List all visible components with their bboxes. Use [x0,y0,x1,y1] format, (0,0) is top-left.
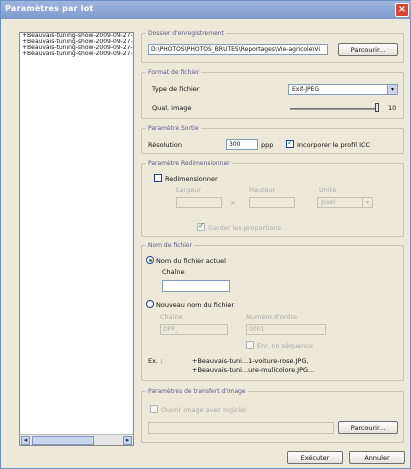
group-label: Paramètre Redimensionner [146,160,232,167]
quality-slider-track[interactable] [290,108,378,110]
execute-button[interactable]: Exécuter [287,451,343,464]
file-type-select[interactable]: Exif-JPEG ▾ [288,84,398,95]
new-name-radio[interactable] [146,300,154,308]
quality-value: 10 [388,104,397,112]
example-line-2: +Beauvais-tuni...ure-mulicolore.JPG... [192,366,315,374]
icc-checkbox[interactable] [286,138,294,148]
save-folder-group: Dossier d'enregistrement D:\PHOTOS\PHOTO… [141,30,404,63]
width-label: Largeur [176,186,202,194]
chain-label: Chaîne [162,268,185,276]
close-button[interactable]: × [395,3,409,17]
chain2-input[interactable]: DPP_ [160,324,228,335]
chain2-label: Chaîne [160,313,183,321]
scroll-left-icon[interactable]: ◂ [21,436,30,445]
filename-group: Nom de fichier Nom du fichier actuel Cha… [141,242,404,381]
resolution-label: Résolution [148,141,182,149]
example-label: Ex. : [148,357,163,365]
new-name-label: Nouveau nom du fichier [156,301,235,309]
scroll-thumb[interactable] [32,436,94,445]
file-format-group: Format de fichier Type de fichier Exif-J… [141,69,404,119]
scroll-right-icon[interactable]: ▸ [123,436,132,445]
transfer-browse-button[interactable]: Parcourir... [338,421,398,434]
group-label: Dossier d'enregistrement [146,30,226,37]
resolution-unit: ppp [261,141,274,149]
group-label: Paramètre Sortie [146,125,201,132]
list-item[interactable]: +Beauvais-tuning-show-2009-09-27-4 [20,51,133,57]
title-bar[interactable]: Paramètres par lot × [1,1,411,19]
order-input[interactable]: 0001 [246,324,326,335]
width-input[interactable] [176,197,222,208]
output-settings-group: Paramètre Sortie Résolution 300 ppp Inco… [141,125,404,154]
no-sequence-label: Enr. no séquence [257,342,313,350]
keep-ratio-checkbox[interactable] [197,221,205,231]
quality-slider-thumb[interactable] [375,103,379,112]
height-input[interactable] [249,197,295,208]
no-sequence-checkbox[interactable] [246,341,254,349]
unit-select[interactable]: pixel ▾ [317,197,373,208]
keep-ratio-label: Garder les proportions [208,224,281,232]
transfer-group: Paramètres de transfert d'image Ouvrir i… [141,388,404,443]
unit-label: Unité [319,186,337,194]
resize-label: Redimensionner [165,175,218,183]
batch-settings-window: Paramètres par lot × +Beauvais-tuning-sh… [0,0,411,469]
open-with-label: Ouvrir image avec logiciel [161,406,246,414]
open-with-checkbox[interactable] [150,405,158,413]
horizontal-scrollbar[interactable]: ◂ ▸ [20,434,133,445]
save-path-field[interactable]: D:\PHOTOS\PHOTOS_BRUTES\Reportages\Vie-a… [148,44,328,55]
current-name-label: Nom du fichier actuel [156,257,226,265]
example-line-1: +Beauvais-tuni...1-voiture-rose.JPG, [192,357,309,365]
quality-label: Qual. image [152,104,192,112]
order-label: Numéro d'ordre [246,313,297,321]
resize-group: Paramètre Redimensionner Redimensionner … [141,160,404,237]
icc-label: Incorporer le profil ICC [297,141,371,149]
chevron-down-icon[interactable]: ▾ [387,85,397,94]
height-label: Hauteur [249,186,276,194]
group-label: Nom de fichier [146,242,195,249]
group-label: Paramètres de transfert d'image [146,388,248,395]
current-name-radio[interactable] [146,256,154,264]
browse-button[interactable]: Parcourir... [338,43,398,56]
chevron-down-icon[interactable]: ▾ [362,198,372,207]
file-type-value: Exif-JPEG [292,86,320,93]
resolution-input[interactable]: 300 [226,139,258,150]
group-label: Format de fichier [146,69,202,76]
unit-value: pixel [321,199,336,206]
times-sign: × [230,199,236,207]
window-title: Paramètres par lot [5,4,94,13]
software-path-field[interactable] [148,422,334,434]
file-type-label: Type de fichier [152,85,200,93]
cancel-button[interactable]: Annuler [349,451,405,464]
file-list[interactable]: +Beauvais-tuning-show-2009-09-27-1-voitu… [19,32,134,446]
resize-checkbox[interactable] [154,174,162,182]
chain-input[interactable] [162,280,230,292]
